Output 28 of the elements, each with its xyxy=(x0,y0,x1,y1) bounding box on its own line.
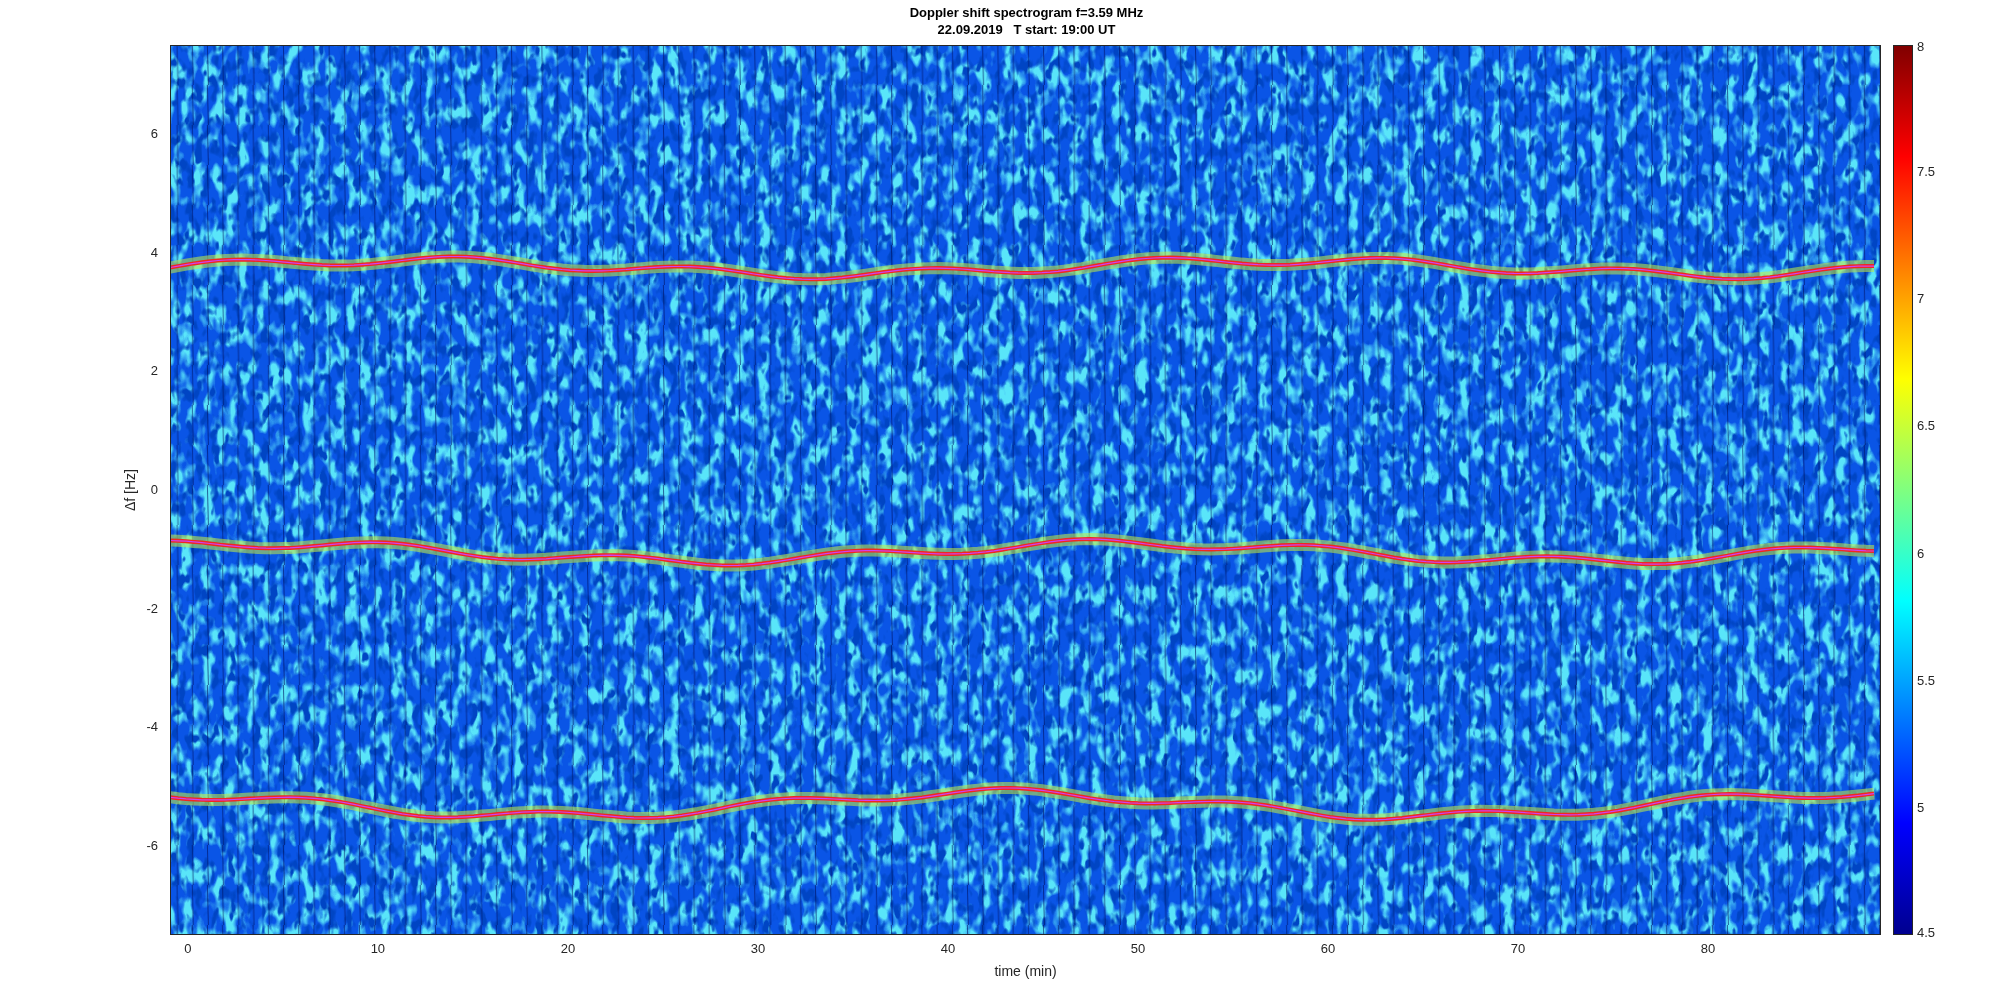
tick-label: 0 xyxy=(184,941,192,956)
tick-label: 6 xyxy=(1917,545,1925,561)
tick-label: 70 xyxy=(1510,941,1526,956)
tick-label: -2 xyxy=(146,600,158,616)
tick-label: 6.5 xyxy=(1917,418,1936,434)
tick-label: 6 xyxy=(150,126,158,141)
tick-label: 20 xyxy=(560,941,576,956)
tick-label: 7.5 xyxy=(1917,164,1936,180)
tick-label: 30 xyxy=(750,941,766,956)
tick-label: 10 xyxy=(370,941,386,956)
chart-title: 22.09.2019 T start: 19:00 UT xyxy=(936,21,1117,38)
tick-label: 60 xyxy=(1320,941,1336,956)
chart-title: Doppler shift spectrogram f=3.59 MHz xyxy=(908,4,1145,21)
tick-label: 50 xyxy=(1130,941,1146,956)
tick-label: 80 xyxy=(1700,941,1716,956)
tick-label: 8 xyxy=(1917,39,1925,54)
tick-label: 5.5 xyxy=(1917,672,1936,688)
tick-label: 2 xyxy=(150,363,158,379)
axis-label: Δf [Hz] xyxy=(120,469,139,511)
tick-label: 4 xyxy=(150,244,158,260)
tick-label: 7 xyxy=(1917,291,1925,307)
tick-label: 4.5 xyxy=(1917,925,1936,940)
tick-label: 5 xyxy=(1917,799,1925,815)
axis-label: time (min) xyxy=(994,962,1057,981)
tick-label: 40 xyxy=(940,941,956,956)
tick-label: -6 xyxy=(146,838,158,853)
tick-label: -4 xyxy=(146,719,158,735)
tick-label: 0 xyxy=(150,482,158,497)
